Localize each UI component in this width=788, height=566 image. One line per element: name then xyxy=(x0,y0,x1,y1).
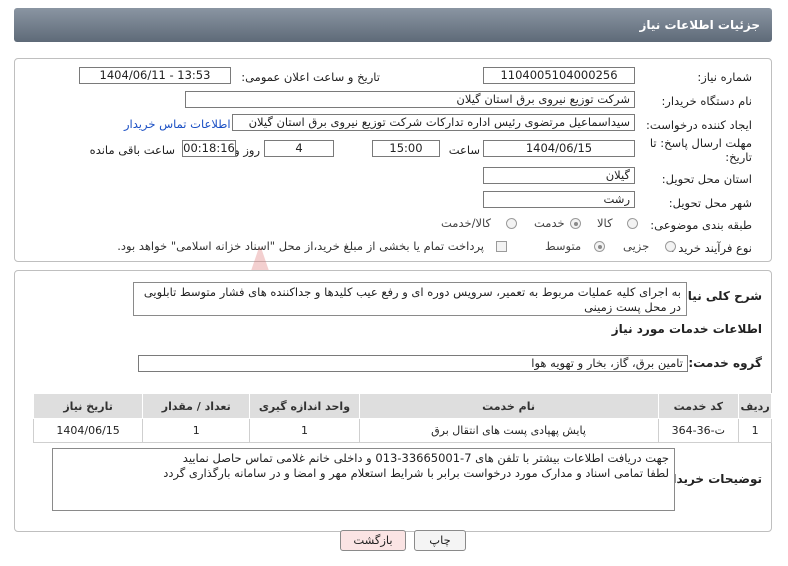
need-number-field[interactable]: 1104005104000256 xyxy=(483,67,635,84)
buyer-org-field[interactable]: شرکت توزیع نیروی برق استان گیلان xyxy=(185,91,635,108)
col-row-number: ردیف xyxy=(738,393,772,419)
category-label: طبقه بندی موضوعی: xyxy=(650,218,752,232)
treasury-payment-checkbox[interactable] xyxy=(496,241,507,252)
col-quantity: تعداد / مقدار xyxy=(142,393,251,419)
col-need-date: تاریخ نیاز xyxy=(32,393,144,419)
page-header: جزئیات اطلاعات نیاز xyxy=(14,8,772,42)
process-option-minor: جزیی xyxy=(623,239,650,253)
print-button[interactable]: چاپ xyxy=(414,530,466,551)
buyer-notes-textarea[interactable]: جهت دریافت اطلاعات بیشتر با تلفن های 7-3… xyxy=(52,448,675,511)
announce-datetime-field[interactable]: 1404/06/11 - 13:53 xyxy=(79,67,231,84)
process-radio-minor[interactable] xyxy=(665,241,676,252)
cell-row-number: 1 xyxy=(738,418,772,443)
col-service-code: کد خدمت xyxy=(657,393,740,419)
category-radio-goods-service[interactable] xyxy=(506,218,517,229)
col-unit: واحد اندازه گیری xyxy=(249,393,360,419)
days-label: روز و xyxy=(234,143,260,157)
deadline-date-field[interactable]: 1404/06/15 xyxy=(483,140,635,157)
back-button[interactable]: بازگشت xyxy=(340,530,406,551)
page-title: جزئیات اطلاعات نیاز xyxy=(639,18,760,32)
table-header-row: ردیف کد خدمت نام خدمت واحد اندازه گیری ت… xyxy=(32,393,772,419)
deadline-label: مهلت ارسال پاسخ: تا تاریخ: xyxy=(649,136,752,164)
category-radio-service[interactable] xyxy=(570,218,581,229)
table-row[interactable]: 1 ت-36-364 پایش پهپادی پست های انتقال بر… xyxy=(32,418,772,443)
buyer-org-label: نام دستگاه خریدار: xyxy=(661,94,752,108)
days-remaining-field[interactable]: 4 xyxy=(264,140,334,157)
process-radio-medium[interactable] xyxy=(594,241,605,252)
services-table: ردیف کد خدمت نام خدمت واحد اندازه گیری ت… xyxy=(32,393,772,443)
buyer-notes-label: توضیحات خریدار: xyxy=(660,472,762,486)
deadline-time-field[interactable]: 15:00 xyxy=(372,140,440,157)
buyer-contact-link[interactable]: اطلاعات تماس خریدار xyxy=(124,117,231,131)
cell-quantity: 1 xyxy=(142,418,251,443)
requester-label: ایجاد کننده درخواست: xyxy=(646,118,752,132)
buyer-notes-line-1: جهت دریافت اطلاعات بیشتر با تلفن های 7-3… xyxy=(182,451,669,465)
cell-unit: 1 xyxy=(249,418,360,443)
need-number-label: شماره نیاز: xyxy=(697,70,752,84)
category-radio-goods[interactable] xyxy=(627,218,638,229)
category-option-goods: کالا xyxy=(597,216,613,230)
deadline-time-label: ساعت xyxy=(448,143,480,157)
cell-service-code: ت-36-364 xyxy=(657,418,740,443)
remaining-time-label: ساعت باقی مانده xyxy=(89,143,175,157)
description-textarea[interactable]: به اجرای کلیه عملیات مربوط به تعمیر، سرو… xyxy=(133,282,687,316)
category-option-goods-service: کالا/خدمت xyxy=(441,216,492,230)
requester-field[interactable]: سیداسماعیل مرتضوی رئیس اداره تدارکات شرک… xyxy=(232,114,635,131)
delivery-city-label: شهر محل تحویل: xyxy=(668,196,752,210)
remaining-time-field[interactable]: 00:18:16 xyxy=(182,140,236,157)
service-group-field[interactable]: تامین برق، گاز، بخار و تهویه هوا xyxy=(138,355,688,372)
delivery-province-label: استان محل تحویل: xyxy=(661,172,752,186)
process-label: نوع فرآیند خرید : xyxy=(670,241,752,255)
buyer-notes-line-2: لطفا تمامی اسناد و مدارک مورد درخواست بر… xyxy=(163,466,669,480)
description-label: شرح کلی نیاز: xyxy=(676,289,762,303)
process-option-medium: متوسط xyxy=(545,239,582,253)
cell-need-date: 1404/06/15 xyxy=(32,418,144,443)
category-option-service: خدمت xyxy=(534,216,565,230)
announce-datetime-label: تاریخ و ساعت اعلان عمومی: xyxy=(241,70,380,84)
treasury-payment-note: پرداخت تمام یا بخشی از مبلغ خرید،از محل … xyxy=(117,239,484,253)
cell-service-name: پایش پهپادی پست های انتقال برق xyxy=(358,418,659,443)
col-service-name: نام خدمت xyxy=(358,393,659,419)
services-title: اطلاعات خدمات مورد نیاز xyxy=(611,322,762,336)
service-group-label: گروه خدمت: xyxy=(688,356,762,370)
delivery-city-field[interactable]: رشت xyxy=(483,191,635,208)
delivery-province-field[interactable]: گیلان xyxy=(483,167,635,184)
